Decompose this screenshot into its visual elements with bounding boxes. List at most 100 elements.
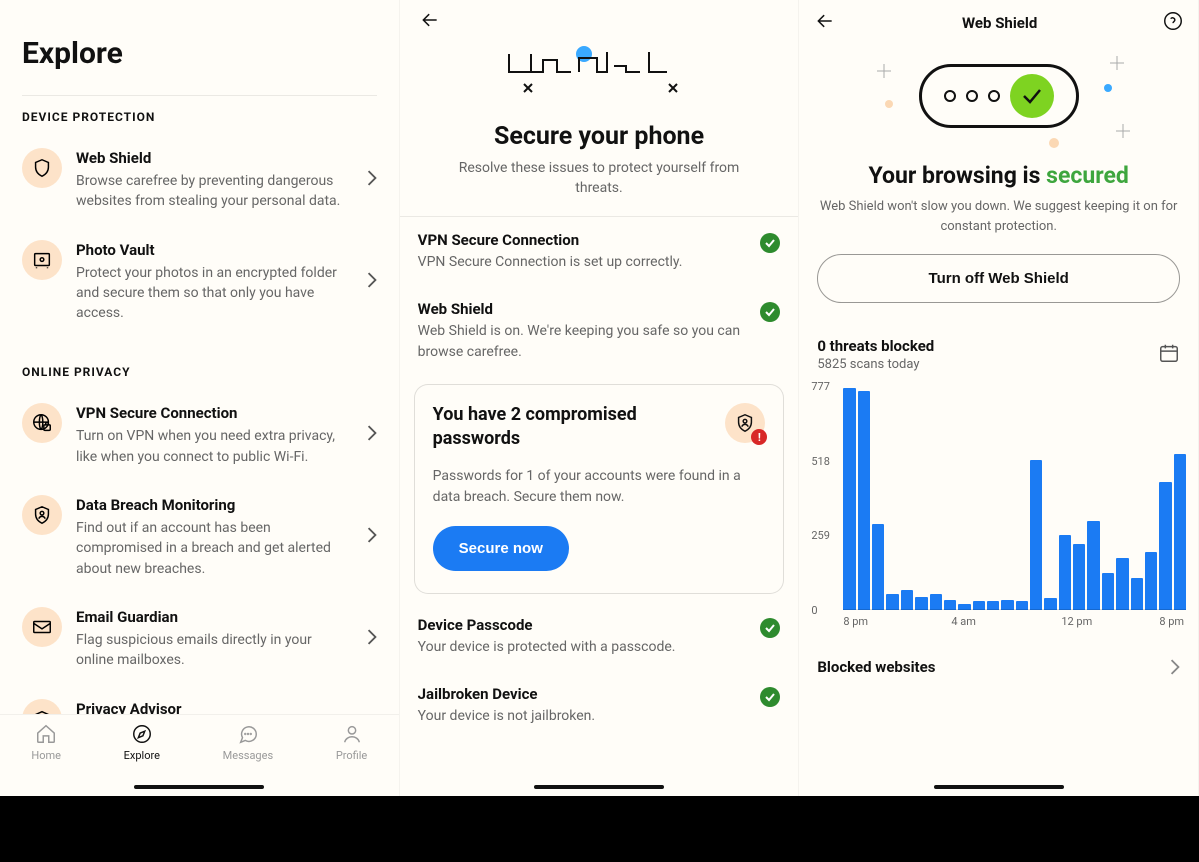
mail-icon <box>22 607 62 647</box>
home-indicator[interactable] <box>534 785 664 789</box>
chart-bar <box>858 391 870 610</box>
item-desc: Web Shield is on. We're keeping you safe… <box>418 321 749 362</box>
item-title: Photo Vault <box>76 240 353 261</box>
chevron-right-icon <box>1170 659 1180 675</box>
section-label: DEVICE PROTECTION <box>22 110 377 124</box>
explore-item-breach[interactable]: Data Breach Monitoring Find out if an ac… <box>22 485 377 597</box>
scans-count: 5825 scans today <box>817 357 934 372</box>
item-title: Data Breach Monitoring <box>76 495 353 516</box>
blocked-websites-link[interactable]: Blocked websites <box>817 658 1180 676</box>
check-icon <box>760 233 780 253</box>
section-label: ONLINE PRIVACY <box>22 365 377 379</box>
back-button[interactable] <box>418 10 781 34</box>
check-icon <box>760 618 780 638</box>
home-indicator[interactable] <box>134 785 264 789</box>
help-button[interactable] <box>1162 10 1184 36</box>
x-tick-label: 8 pm <box>1159 615 1184 628</box>
link-label: Blocked websites <box>817 658 935 676</box>
header-title: Web Shield <box>962 14 1037 32</box>
chart-bar <box>1174 454 1186 610</box>
item-title: Email Guardian <box>76 607 353 628</box>
shield-user-icon <box>22 495 62 535</box>
globe-lock-icon <box>22 403 62 443</box>
tab-label: Home <box>31 749 61 762</box>
chart-bar <box>1059 535 1071 610</box>
chevron-right-icon <box>367 272 377 292</box>
x-tick-label: 4 am <box>951 615 976 628</box>
item-desc: VPN Secure Connection is set up correctl… <box>418 252 749 272</box>
status-item-vpn: VPN Secure Connection VPN Secure Connect… <box>400 217 799 286</box>
divider <box>22 95 377 96</box>
item-title: VPN Secure Connection <box>418 231 749 249</box>
secure-now-button[interactable]: Secure now <box>433 526 569 571</box>
chevron-right-icon <box>367 629 377 649</box>
tab-label: Messages <box>223 749 273 762</box>
chart-bar <box>1073 544 1085 610</box>
chart-bar <box>901 590 913 610</box>
y-tick-label: 259 <box>811 529 830 542</box>
item-desc: Browse carefree by preventing dangerous … <box>76 171 353 212</box>
tab-bar: Home Explore Messages Profile <box>0 714 399 796</box>
chart-bar <box>1131 578 1143 610</box>
turn-off-button[interactable]: Turn off Web Shield <box>817 254 1180 303</box>
chart-bar <box>1102 573 1114 610</box>
page-title: Secure your phone <box>416 122 783 151</box>
chart-bar <box>872 524 884 610</box>
shield-user-icon: ! <box>725 403 765 443</box>
calendar-button[interactable] <box>1158 342 1180 368</box>
explore-item-email-guardian[interactable]: Email Guardian Flag suspicious emails di… <box>22 597 377 689</box>
explore-item-web-shield[interactable]: Web Shield Browse carefree by preventing… <box>22 138 377 230</box>
chevron-right-icon <box>367 527 377 547</box>
check-icon <box>760 687 780 707</box>
headline: Your browsing is secured <box>819 162 1178 189</box>
chart-bar <box>1116 558 1128 610</box>
x-tick-label: 12 pm <box>1061 615 1092 628</box>
shield-icon <box>22 148 62 188</box>
back-button[interactable] <box>813 11 837 35</box>
chart-bar <box>1159 482 1171 610</box>
item-desc: Turn on VPN when you need extra privacy,… <box>76 426 353 467</box>
explore-item-photo-vault[interactable]: Photo Vault Protect your photos in an en… <box>22 230 377 342</box>
status-item-web-shield: Web Shield Web Shield is on. We're keepi… <box>400 286 799 376</box>
item-desc: Protect your photos in an encrypted fold… <box>76 263 353 324</box>
status-item-passcode: Device Passcode Your device is protected… <box>400 602 799 671</box>
tab-home[interactable]: Home <box>31 723 61 796</box>
vault-icon <box>22 240 62 280</box>
y-tick-label: 777 <box>811 380 830 393</box>
page-subtitle: Resolve these issues to protect yourself… <box>434 159 765 198</box>
item-desc: Flag suspicious emails directly in your … <box>76 630 353 671</box>
tab-label: Profile <box>336 749 367 762</box>
explore-item-vpn[interactable]: VPN Secure Connection Turn on VPN when y… <box>22 393 377 485</box>
chart-bar <box>1145 552 1157 610</box>
chart-bar <box>930 594 942 610</box>
x-tick-label: 8 pm <box>843 615 868 628</box>
card-title: You have 2 compromised passwords <box>433 403 714 452</box>
chart-bar <box>1087 521 1099 610</box>
subtitle: Web Shield won't slow you down. We sugge… <box>817 197 1180 236</box>
chart-bar <box>886 594 898 610</box>
y-tick-label: 518 <box>811 455 830 468</box>
chart-bar <box>1030 460 1042 610</box>
alert-card[interactable]: You have 2 compromised passwords ! Passw… <box>414 384 785 594</box>
page-title: Explore <box>22 36 377 71</box>
alert-badge-icon: ! <box>751 429 767 445</box>
chevron-right-icon <box>367 425 377 445</box>
item-title: VPN Secure Connection <box>76 403 353 424</box>
tab-profile[interactable]: Profile <box>336 723 367 796</box>
card-desc: Passwords for 1 of your accounts were fo… <box>433 466 766 508</box>
item-desc: Your device is protected with a passcode… <box>418 637 749 657</box>
hero-illustration <box>799 46 1198 156</box>
home-indicator[interactable] <box>934 785 1064 789</box>
item-title: Web Shield <box>76 148 353 169</box>
item-desc: Your device is not jailbroken. <box>418 706 749 726</box>
chevron-right-icon <box>367 170 377 190</box>
threats-count: 0 threats blocked <box>817 337 934 355</box>
item-desc: Find out if an account has been compromi… <box>76 518 353 579</box>
item-title: Jailbroken Device <box>418 685 749 703</box>
scans-chart: 0259518777 8 pm4 am12 pm8 pm <box>811 386 1186 628</box>
y-tick-label: 0 <box>811 604 817 617</box>
tab-label: Explore <box>124 749 160 762</box>
check-icon <box>760 302 780 322</box>
item-title: Device Passcode <box>418 616 749 634</box>
chart-bar <box>843 388 855 610</box>
